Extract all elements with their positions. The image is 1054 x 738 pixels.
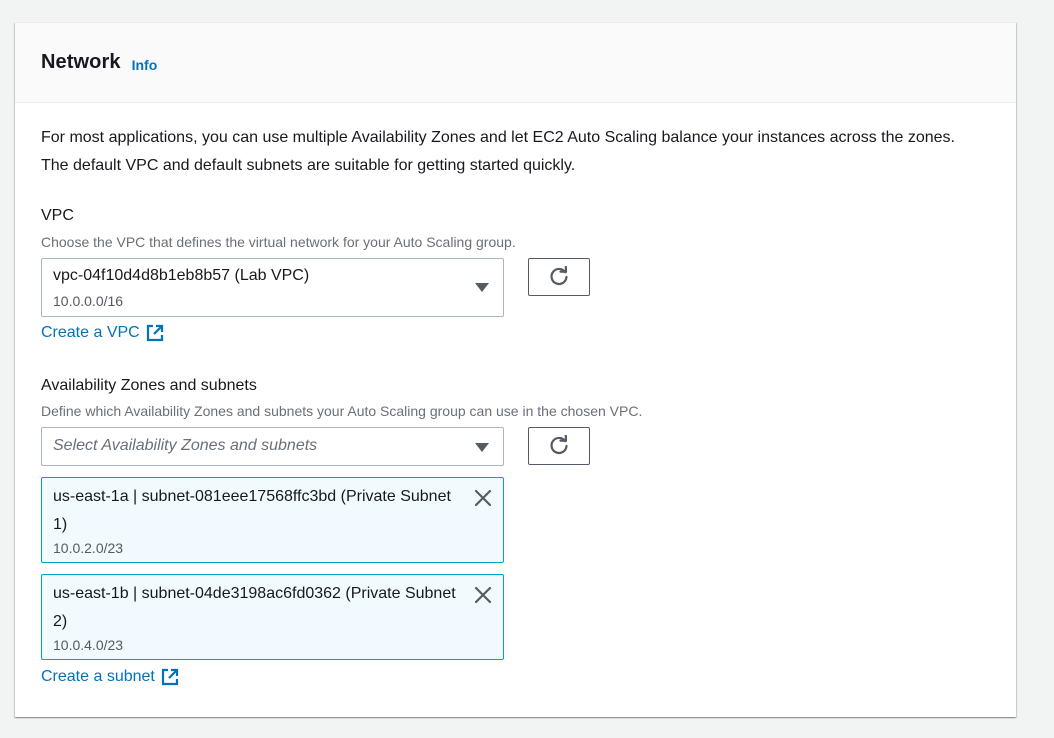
vpc-selected-cidr: 10.0.0.0/16	[53, 293, 124, 309]
vpc-select[interactable]: vpc-04f10d4d8b1eb8b57 (Lab VPC) 10.0.0.0…	[41, 258, 504, 317]
vpc-refresh-button[interactable]	[528, 258, 590, 296]
caret-down-icon	[475, 283, 489, 292]
subnet-token: us-east-1b | subnet-04de3198ac6fd0362 (P…	[41, 574, 504, 660]
refresh-icon	[550, 435, 568, 455]
vpc-label: VPC	[41, 207, 74, 224]
create-vpc-link-label: Create a VPC	[41, 324, 140, 341]
subnets-description: Define which Availability Zones and subn…	[41, 403, 643, 419]
subnet-token-label: us-east-1b | subnet-04de3198ac6fd0362 (P…	[53, 585, 456, 630]
intro-text: For most applications, you can use multi…	[41, 129, 955, 174]
refresh-icon	[550, 266, 568, 286]
caret-down-icon	[475, 443, 489, 452]
subnet-token: us-east-1a | subnet-081eee17568ffc3bd (P…	[41, 477, 504, 563]
subnet-token-cidr: 10.0.2.0/23	[53, 540, 124, 556]
subnet-token-cidr: 10.0.4.0/23	[53, 637, 124, 653]
subnets-select[interactable]: Select Availability Zones and subnets	[41, 427, 504, 466]
create-vpc-link[interactable]: Create a VPC	[41, 324, 164, 342]
create-subnet-link[interactable]: Create a subnet	[41, 668, 179, 686]
subnet-token-label: us-east-1a | subnet-081eee17568ffc3bd (P…	[53, 488, 451, 533]
info-link[interactable]: Info	[132, 57, 158, 73]
network-panel: Network Info For most applications, you …	[15, 22, 1016, 717]
external-link-icon	[161, 668, 179, 686]
close-icon[interactable]	[473, 488, 493, 508]
external-link-icon	[146, 324, 164, 342]
vpc-selected-value: vpc-04f10d4d8b1eb8b57 (Lab VPC)	[53, 267, 310, 284]
panel-header: Network Info	[15, 23, 1016, 103]
create-subnet-link-label: Create a subnet	[41, 668, 155, 685]
close-icon[interactable]	[473, 585, 493, 605]
panel-title: Network	[41, 51, 121, 73]
subnets-label: Availability Zones and subnets	[41, 377, 257, 394]
subnets-placeholder: Select Availability Zones and subnets	[53, 437, 318, 454]
vpc-description: Choose the VPC that defines the virtual …	[41, 234, 516, 250]
subnets-refresh-button[interactable]	[528, 427, 590, 465]
